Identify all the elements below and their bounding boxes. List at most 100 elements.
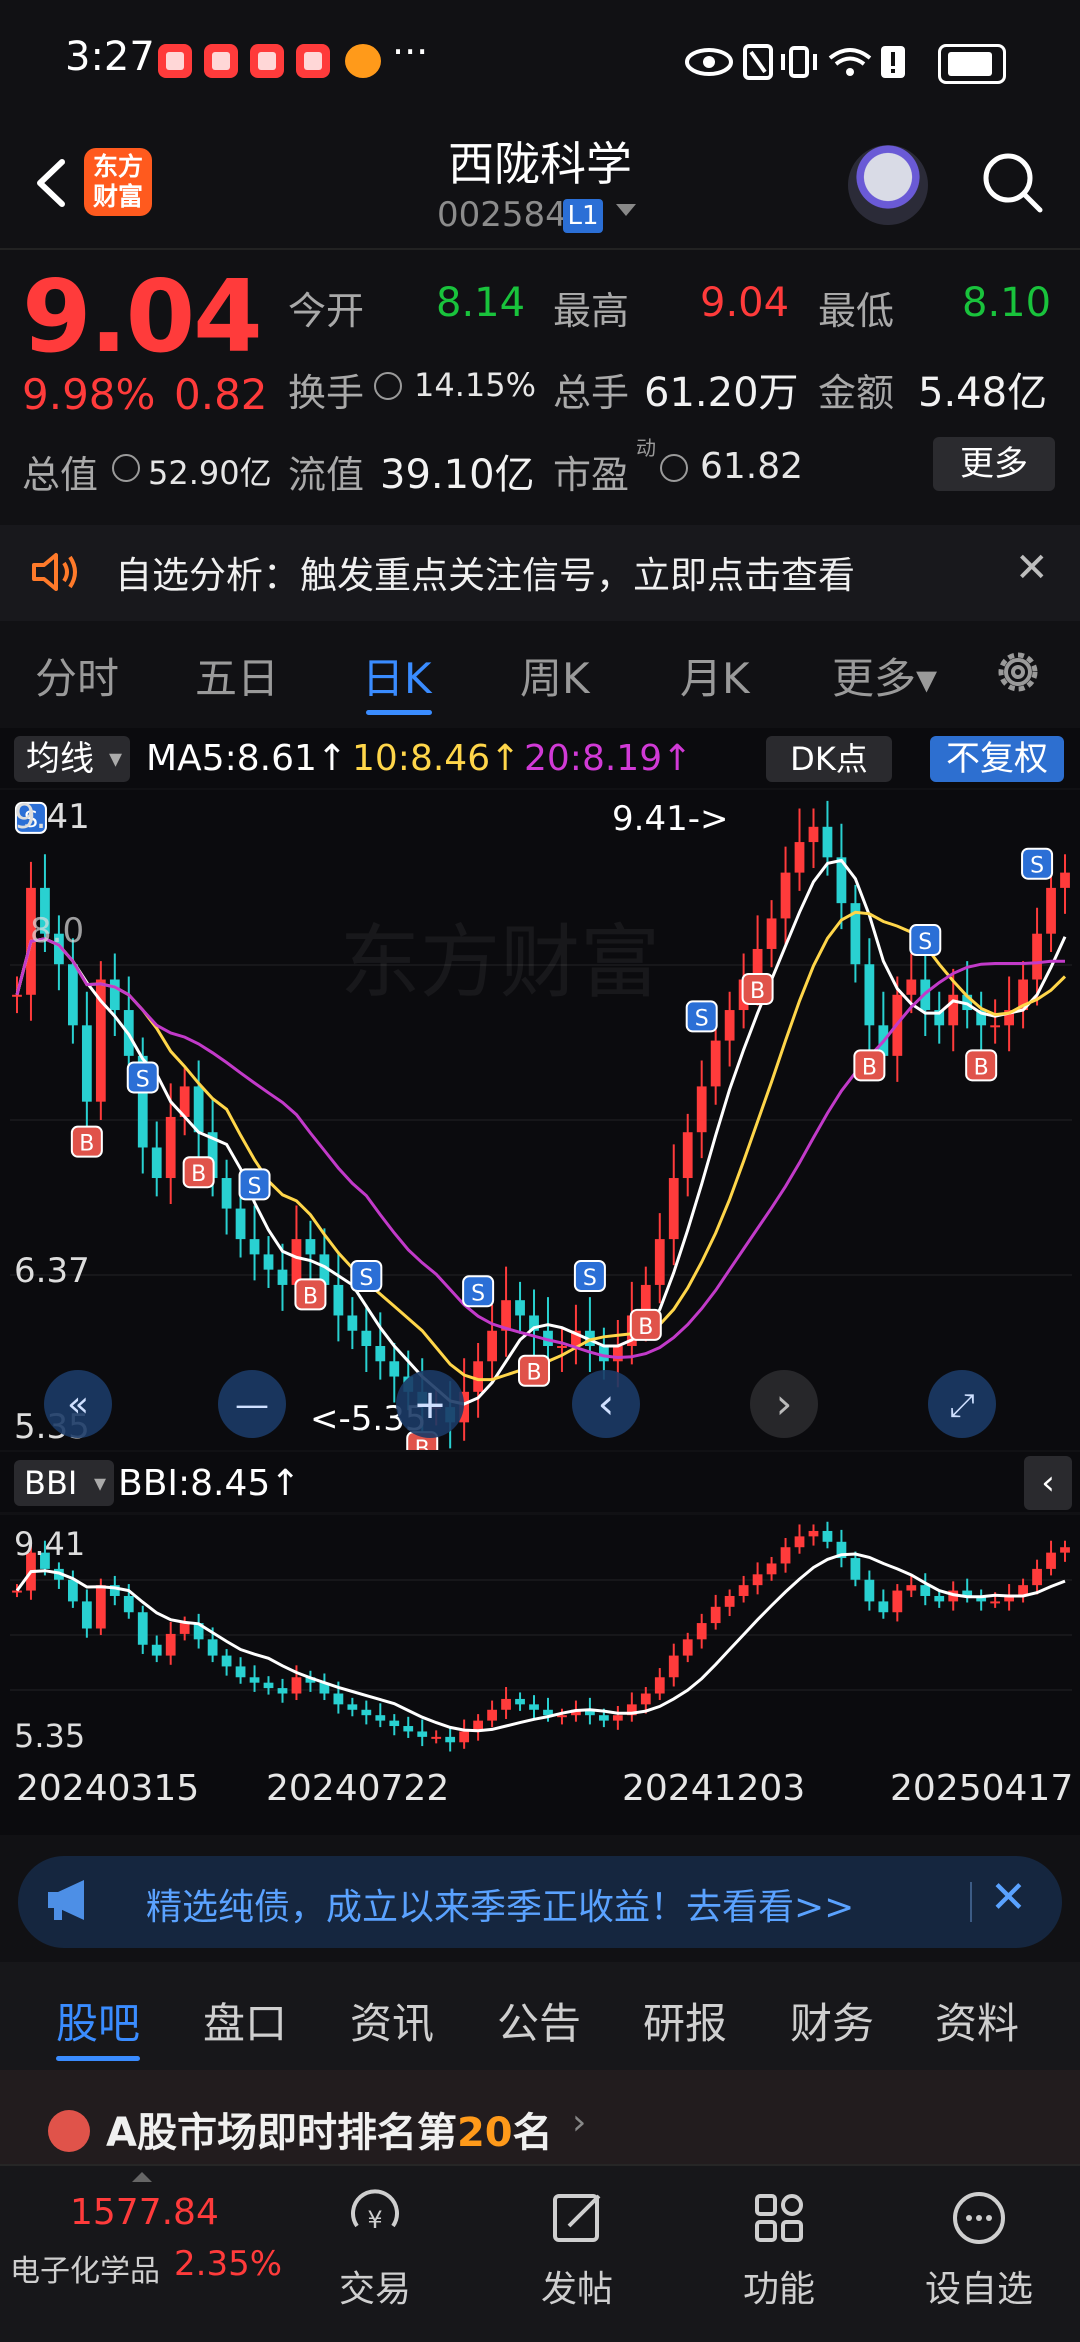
buy-signal[interactable]: B xyxy=(965,1049,998,1082)
close-icon[interactable]: ✕ xyxy=(990,1872,1027,1923)
tab-daily-k[interactable]: 日K xyxy=(362,645,432,706)
current-price: 9.04 xyxy=(22,258,263,375)
sell-signal[interactable]: S xyxy=(462,1275,495,1308)
ma-select[interactable]: 均线 xyxy=(14,736,130,782)
nav-trade[interactable]: ¥ 交易 xyxy=(310,2186,440,2312)
candle-body xyxy=(207,1639,218,1656)
sell-signal[interactable]: S xyxy=(126,1061,159,1094)
rank-number: 20 xyxy=(456,2110,513,2156)
promo-text[interactable]: 精选纯债，成立以来季季正收益！去看看>> xyxy=(146,1878,854,1930)
candle-body xyxy=(403,1726,414,1732)
grid-icon xyxy=(755,2194,803,2242)
tab-intraday[interactable]: 分时 xyxy=(35,645,119,706)
sector-pct[interactable]: 2.35% xyxy=(174,2244,282,2284)
gear-icon[interactable] xyxy=(990,644,1046,700)
tab-more[interactable]: 更多▾ xyxy=(832,645,937,706)
buy-signal[interactable]: B xyxy=(518,1354,551,1387)
zoom-plus-button[interactable]: + xyxy=(396,1370,464,1438)
pan-right-button[interactable]: › xyxy=(750,1370,818,1438)
buy-signal[interactable]: B xyxy=(629,1308,662,1341)
ma5-value: MA5:8.61↑ xyxy=(146,738,348,779)
sector-index-value[interactable]: 1577.84 xyxy=(70,2192,219,2233)
collapse-button[interactable]: ‹ xyxy=(1024,1456,1072,1510)
sell-signal[interactable]: S xyxy=(573,1260,606,1293)
tab-monthly-k[interactable]: 月K xyxy=(680,645,750,706)
candle-body xyxy=(193,1086,204,1133)
candle-body xyxy=(934,1595,945,1602)
candle-body xyxy=(151,1644,162,1656)
candle-body xyxy=(473,1361,484,1392)
candle-body xyxy=(1060,872,1070,888)
tab-news[interactable]: 资讯 xyxy=(350,1990,434,2051)
signal-label: B xyxy=(638,1315,653,1340)
candle-body xyxy=(361,1330,372,1347)
sector-name[interactable]: 电子化学品 xyxy=(10,2246,160,2290)
level-badge[interactable]: L1 xyxy=(563,199,603,233)
tab-profile[interactable]: 资料 xyxy=(935,1990,1019,2051)
chevron-right-icon[interactable]: › xyxy=(572,2102,586,2143)
candle-body xyxy=(109,979,120,1011)
buy-signal[interactable]: B xyxy=(294,1278,327,1311)
tab-financials[interactable]: 财务 xyxy=(790,1990,874,2051)
info-icon[interactable] xyxy=(112,454,140,482)
sell-signal[interactable]: S xyxy=(909,924,942,957)
chevron-down-icon[interactable] xyxy=(616,204,636,216)
alert-text[interactable]: 自选分析：触发重点关注信号，立即点击查看 xyxy=(115,545,855,599)
zoom-minus-button[interactable]: — xyxy=(218,1370,286,1438)
candle-body xyxy=(291,1677,302,1694)
candle-body xyxy=(249,1677,260,1683)
watermark: 东方财富 xyxy=(340,916,660,1009)
search-icon[interactable] xyxy=(978,148,1048,218)
candle-body xyxy=(333,1693,344,1705)
buy-signal[interactable]: B xyxy=(853,1049,886,1082)
nav-watchlist[interactable]: 设自选 xyxy=(914,2186,1044,2312)
buy-signal[interactable]: B xyxy=(741,972,774,1005)
tab-forum[interactable]: 股吧 xyxy=(56,1990,140,2051)
candle-body xyxy=(990,1601,1001,1604)
signal-label: B xyxy=(750,979,765,1004)
candle-body xyxy=(640,1693,651,1705)
price-change: 0.82 xyxy=(174,370,268,419)
sell-signal[interactable]: S xyxy=(238,1168,271,1201)
price-adjust-button[interactable]: 不复权 xyxy=(930,736,1064,782)
tab-research[interactable]: 研报 xyxy=(643,1990,727,2051)
sell-signal[interactable]: S xyxy=(685,1000,718,1033)
signal-label: B xyxy=(526,1361,541,1386)
buy-signal[interactable]: B xyxy=(182,1156,215,1189)
stock-code[interactable]: 002584 xyxy=(437,195,567,235)
rank-suffix: 名 xyxy=(512,2110,553,2156)
tab-five-day[interactable]: 五日 xyxy=(195,645,279,706)
axis-top-label: 9.41 xyxy=(14,797,90,837)
tab-announcements[interactable]: 公告 xyxy=(497,1990,581,2051)
candle-body xyxy=(808,826,819,843)
dk-point-button[interactable]: DK点 xyxy=(766,736,892,782)
nfc-icon xyxy=(743,44,773,80)
candle-body xyxy=(668,1655,679,1678)
robot-assistant-icon[interactable] xyxy=(848,145,928,225)
nav-functions[interactable]: 功能 xyxy=(714,2186,844,2312)
rank-prefix: A股市场即时排名第 xyxy=(106,2110,457,2156)
candle-body xyxy=(333,1284,344,1316)
bbi-select[interactable]: BBI xyxy=(14,1460,114,1506)
tab-weekly-k[interactable]: 周K xyxy=(520,645,590,706)
tab-underline xyxy=(56,2056,140,2061)
rank-text[interactable]: A股市场即时排名第20名 xyxy=(106,2100,553,2158)
tab-order-book[interactable]: 盘口 xyxy=(203,1990,287,2051)
more-quote-button[interactable]: 更多 xyxy=(933,437,1055,491)
nav-post[interactable]: 发帖 xyxy=(512,2186,642,2312)
info-icon[interactable] xyxy=(660,454,688,482)
sell-signal[interactable]: S xyxy=(1021,847,1054,880)
sell-signal[interactable]: S xyxy=(350,1260,383,1293)
buy-signal[interactable]: B xyxy=(70,1125,103,1158)
kline-chart[interactable]: SBSBSBSBSBSBSBSBSBS 9.41 8.0 6.37 5.35 9… xyxy=(0,790,1080,1450)
candle-body xyxy=(501,1698,511,1710)
bbi-chart[interactable]: 9.41 5.35 xyxy=(0,1515,1080,1755)
info-icon[interactable] xyxy=(374,372,402,400)
close-icon[interactable]: ✕ xyxy=(1015,545,1049,591)
ma10-value: 10:8.46↑ xyxy=(352,738,521,779)
zoom-out-icon: « xyxy=(67,1384,89,1425)
fullscreen-button[interactable]: ⤢ xyxy=(928,1370,996,1438)
zoom-out-button[interactable]: « xyxy=(44,1370,112,1438)
pan-left-button[interactable]: ‹ xyxy=(572,1370,640,1438)
candle-body xyxy=(654,1239,665,1285)
